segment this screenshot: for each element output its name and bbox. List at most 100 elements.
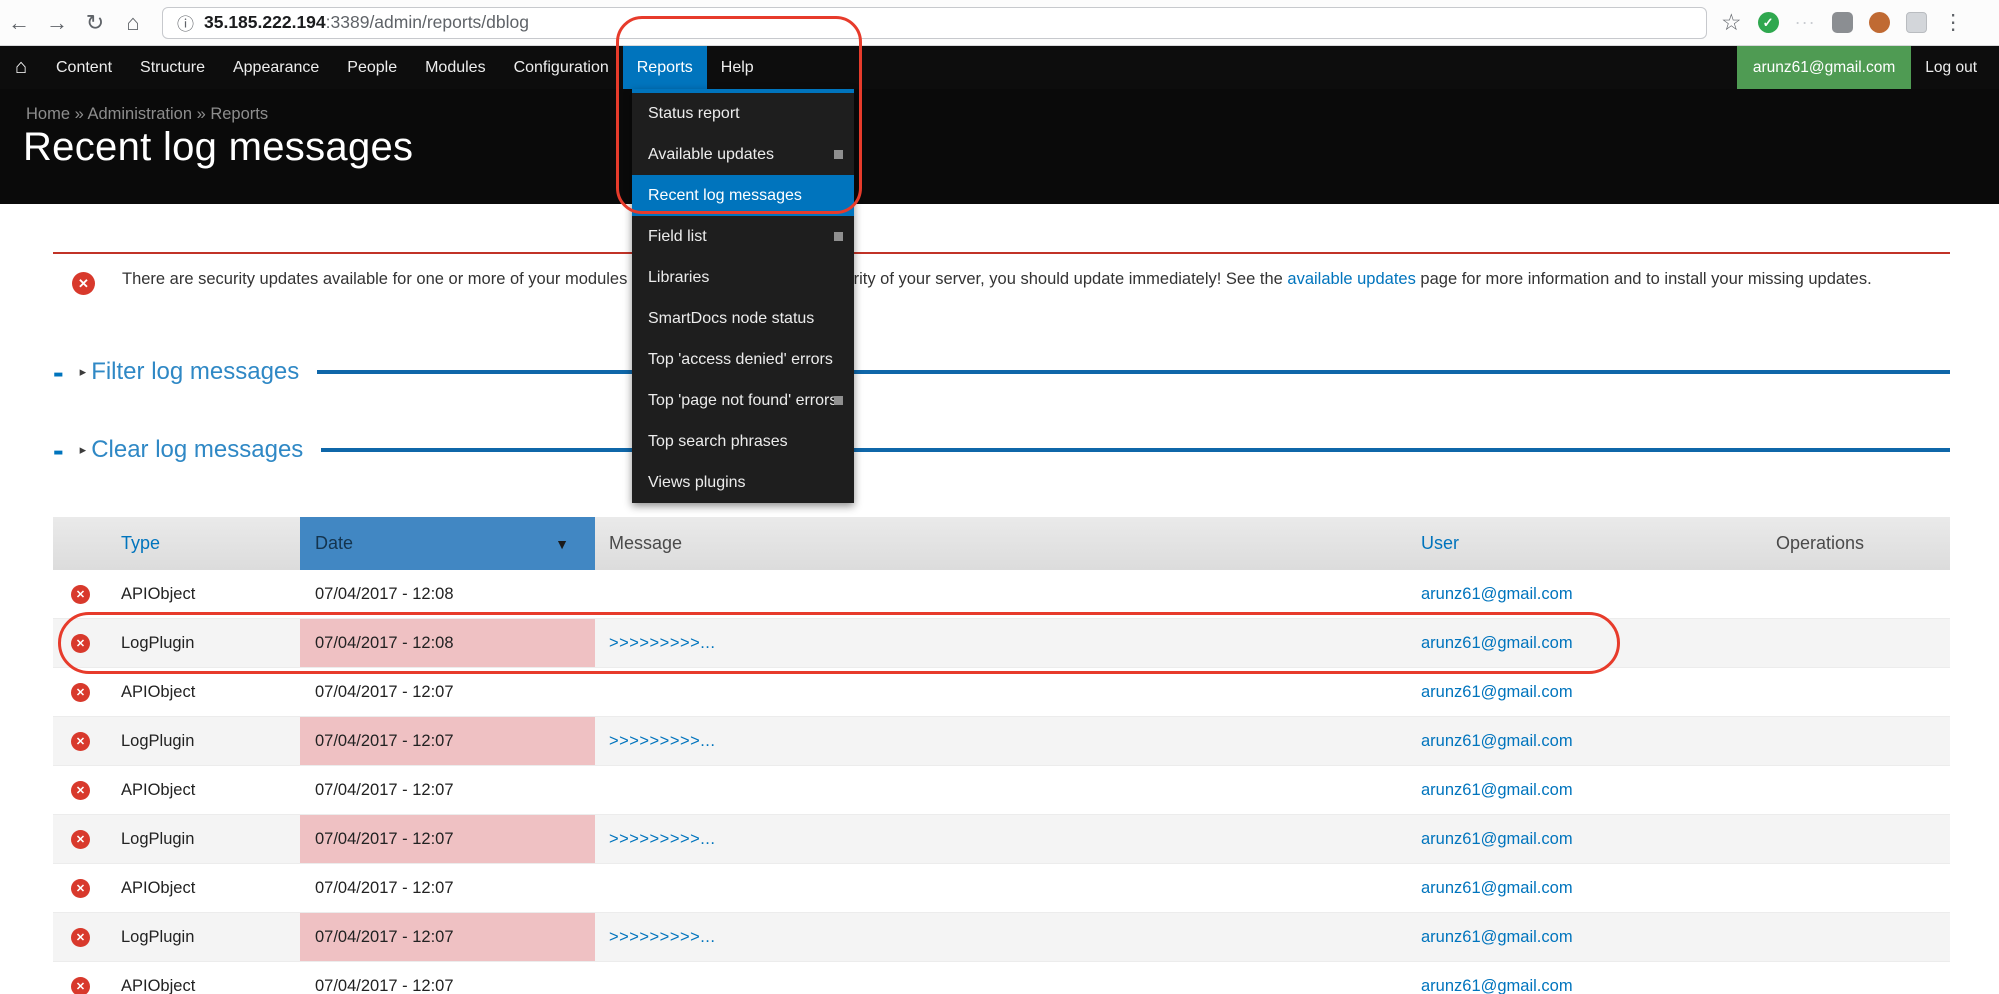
menu-item-label: Top search phrases [648, 433, 788, 450]
log-table-header: Type Date▼ Message User Operations [53, 517, 1950, 570]
date-cell: 07/04/2017 - 12:07 [300, 815, 595, 863]
date-label: 07/04/2017 - 12:07 [315, 830, 454, 849]
collapse-dash-icon[interactable]: - [53, 435, 64, 465]
menu-item-top-access-denied-errors[interactable]: Top 'access denied' errors [632, 339, 854, 380]
user-link[interactable]: arunz61@gmail.com [1421, 585, 1573, 604]
extension-square-icon[interactable] [1906, 12, 1927, 33]
menu-item-status-report[interactable]: Status report [632, 93, 854, 134]
operations-cell [1690, 717, 1950, 765]
message-link[interactable]: >>>>>>>>>... [609, 732, 715, 751]
message-cell [595, 864, 1404, 912]
date-cell: 07/04/2017 - 12:08 [300, 619, 595, 667]
date-label: 07/04/2017 - 12:07 [315, 781, 454, 800]
date-label: 07/04/2017 - 12:07 [315, 683, 454, 702]
fieldset-clear-label[interactable]: Clear log messages [91, 436, 303, 464]
fieldset-filter-label[interactable]: Filter log messages [91, 358, 299, 386]
extension-gray-icon[interactable] [1832, 12, 1853, 33]
operations-cell [1690, 619, 1950, 667]
user-link[interactable]: arunz61@gmail.com [1421, 634, 1573, 653]
user-link[interactable]: arunz61@gmail.com [1421, 879, 1573, 898]
sort-caret-icon: ▼ [555, 536, 569, 552]
log-table-body: ✕ APIObject 07/04/2017 - 12:08 arunz61@g… [53, 570, 1950, 994]
reports-dropdown: Status reportAvailable updatesRecent log… [632, 89, 854, 503]
toolbar-item-configuration[interactable]: Configuration [500, 46, 623, 89]
message-cell [595, 570, 1404, 618]
drupal-home-icon[interactable]: ⌂ [0, 46, 42, 89]
user-cell: arunz61@gmail.com [1404, 668, 1690, 716]
menu-item-field-list[interactable]: Field list [632, 216, 854, 257]
toolbar-item-people[interactable]: People [333, 46, 411, 89]
fieldset-arrow-icon: ▸ [80, 442, 87, 458]
breadcrumb[interactable]: Home » Administration » Reports [26, 105, 268, 124]
forward-icon[interactable]: → [38, 10, 76, 36]
page-title: Recent log messages [23, 125, 413, 170]
operations-cell [1690, 668, 1950, 716]
message-link[interactable]: >>>>>>>>>... [609, 928, 715, 947]
sort-type-header[interactable]: Type [121, 533, 160, 554]
table-row: ✕ LogPlugin 07/04/2017 - 12:07 >>>>>>>>>… [53, 815, 1950, 864]
menu-item-libraries[interactable]: Libraries [632, 257, 854, 298]
extension-orange-icon[interactable] [1869, 12, 1890, 33]
user-link[interactable]: arunz61@gmail.com [1421, 732, 1573, 751]
sort-user-header[interactable]: User [1421, 533, 1459, 554]
logout-button[interactable]: Log out [1911, 46, 1991, 89]
type-label: APIObject [121, 977, 195, 994]
type-cell: ✕ APIObject [53, 570, 300, 618]
bookmark-star-icon[interactable]: ☆ [1721, 9, 1742, 36]
error-icon: ✕ [71, 634, 90, 653]
operations-cell [1690, 864, 1950, 912]
type-cell: ✕ APIObject [53, 766, 300, 814]
error-message-divider [53, 252, 1950, 254]
toolbar-item-reports[interactable]: Reports [623, 46, 707, 89]
toolbar-spacer [768, 46, 1737, 89]
type-label: APIObject [121, 585, 195, 604]
table-row: ✕ APIObject 07/04/2017 - 12:08 arunz61@g… [53, 570, 1950, 619]
user-link[interactable]: arunz61@gmail.com [1421, 977, 1573, 994]
user-link[interactable]: arunz61@gmail.com [1421, 683, 1573, 702]
browser-menu-icon[interactable]: ⋮ [1943, 10, 1964, 35]
toolbar-item-modules[interactable]: Modules [411, 46, 499, 89]
error-icon: ✕ [72, 272, 95, 295]
toolbar-item-label: People [347, 59, 397, 77]
error-icon: ✕ [71, 879, 90, 898]
menu-item-label: Top 'access denied' errors [648, 351, 833, 368]
message-link[interactable]: >>>>>>>>>... [609, 830, 715, 849]
extension-check-icon[interactable]: ✓ [1758, 12, 1779, 33]
menu-item-top-search-phrases[interactable]: Top search phrases [632, 421, 854, 462]
page-info-icon[interactable]: ⓘ [177, 10, 194, 35]
extension-dots-icon[interactable]: ··· [1795, 12, 1816, 33]
account-button[interactable]: arunz61@gmail.com [1737, 46, 1911, 89]
toolbar-item-help[interactable]: Help [707, 46, 768, 89]
date-label: 07/04/2017 - 12:07 [315, 732, 454, 751]
user-link[interactable]: arunz61@gmail.com [1421, 928, 1573, 947]
user-link[interactable]: arunz61@gmail.com [1421, 781, 1573, 800]
address-bar[interactable]: ⓘ 35.185.222.194:3389/admin/reports/dblo… [162, 7, 1707, 39]
message-link[interactable]: >>>>>>>>>... [609, 634, 715, 653]
menu-item-smartdocs-node-status[interactable]: SmartDocs node status [632, 298, 854, 339]
date-label: 07/04/2017 - 12:07 [315, 977, 454, 994]
fieldset-line [321, 448, 1950, 452]
available-updates-link[interactable]: available updates [1287, 270, 1415, 288]
menu-item-label: Views plugins [648, 474, 746, 491]
update-badge-icon [834, 396, 843, 405]
collapse-dash-icon[interactable]: - [53, 357, 64, 387]
menu-item-views-plugins[interactable]: Views plugins [632, 462, 854, 503]
toolbar-item-content[interactable]: Content [42, 46, 126, 89]
menu-item-recent-log-messages[interactable]: Recent log messages [632, 175, 854, 216]
type-cell: ✕ LogPlugin [53, 717, 300, 765]
back-icon[interactable]: ← [0, 10, 38, 36]
menu-item-top-page-not-found-errors[interactable]: Top 'page not found' errors [632, 380, 854, 421]
date-label: 07/04/2017 - 12:07 [315, 928, 454, 947]
type-label: APIObject [121, 683, 195, 702]
menu-item-label: Libraries [648, 269, 709, 286]
home-icon[interactable]: ⌂ [114, 10, 152, 36]
user-link[interactable]: arunz61@gmail.com [1421, 830, 1573, 849]
toolbar-item-structure[interactable]: Structure [126, 46, 219, 89]
toolbar-item-appearance[interactable]: Appearance [219, 46, 333, 89]
table-row: ✕ APIObject 07/04/2017 - 12:07 arunz61@g… [53, 962, 1950, 994]
type-label: LogPlugin [121, 830, 194, 849]
url-path: :3389/admin/reports/dblog [326, 12, 529, 32]
reload-icon[interactable]: ↻ [76, 10, 114, 36]
menu-item-available-updates[interactable]: Available updates [632, 134, 854, 175]
sort-date-header[interactable]: Date▼ [300, 517, 595, 570]
